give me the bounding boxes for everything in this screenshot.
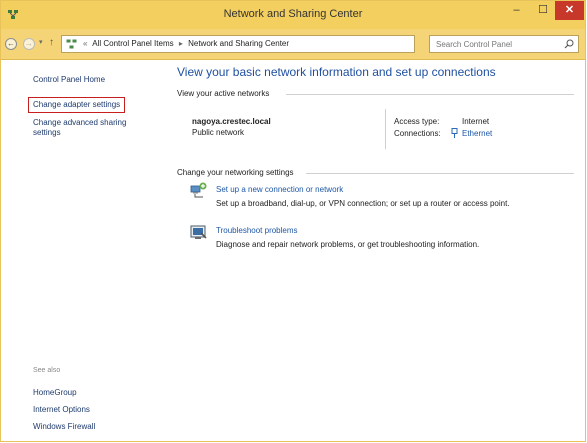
title-bar: Network and Sharing Center – ☐ ✕ [1, 1, 585, 29]
divider [385, 109, 386, 149]
setup-connection-description: Set up a broadband, dial-up, or VPN conn… [216, 199, 510, 208]
minimize-button[interactable]: – [504, 1, 529, 20]
address-bar: ← → ▾ ↑ « All Control Panel Items ▸ Netw… [1, 29, 585, 60]
homegroup-link[interactable]: HomeGroup [33, 388, 77, 398]
change-settings-heading: Change your networking settings [177, 168, 294, 177]
recent-locations-dropdown[interactable]: ▾ [39, 38, 43, 46]
breadcrumb-all-items[interactable]: All Control Panel Items [92, 39, 173, 48]
search-icon[interactable] [564, 39, 574, 49]
close-button[interactable]: ✕ [555, 1, 584, 20]
network-setup-icon [190, 182, 207, 198]
access-type-value: Internet [462, 117, 490, 126]
window-title: Network and Sharing Center [223, 8, 363, 20]
ethernet-icon [451, 128, 458, 138]
troubleshoot-link[interactable]: Troubleshoot problems [216, 226, 298, 235]
breadcrumb-separator[interactable]: ▸ [179, 39, 183, 48]
setup-connection-link[interactable]: Set up a new connection or network [216, 185, 343, 194]
internet-options-link[interactable]: Internet Options [33, 405, 90, 415]
network-type: Public network [192, 128, 245, 137]
search-input[interactable] [436, 38, 556, 50]
breadcrumb-current[interactable]: Network and Sharing Center [188, 39, 289, 48]
left-navigation-pane: Control Panel Home Change adapter settin… [1, 60, 161, 441]
network-name: nagoya.crestec.local [192, 117, 271, 126]
troubleshoot-description: Diagnose and repair network problems, or… [216, 240, 480, 249]
back-button[interactable]: ← [5, 38, 17, 50]
maximize-button[interactable]: ☐ [531, 1, 555, 20]
connections-label: Connections: [394, 129, 441, 138]
ethernet-link[interactable]: Ethernet [462, 129, 492, 138]
address-field[interactable]: « All Control Panel Items ▸ Network and … [61, 35, 474, 55]
divider [306, 173, 574, 174]
breadcrumb-overflow[interactable]: « [83, 39, 87, 48]
troubleshoot-icon [190, 225, 207, 239]
control-panel-home-link[interactable]: Control Panel Home [33, 75, 105, 85]
page-title: View your basic network information and … [177, 65, 496, 79]
active-networks-heading: View your active networks [177, 89, 270, 98]
up-button[interactable]: ↑ [49, 37, 54, 48]
breadcrumb: « All Control Panel Items ▸ Network and … [80, 39, 289, 48]
windows-firewall-link[interactable]: Windows Firewall [33, 422, 95, 432]
control-panel-icon [66, 39, 77, 49]
network-sharing-center-window: Network and Sharing Center – ☐ ✕ ← → ▾ ↑… [0, 0, 586, 442]
access-type-label: Access type: [394, 117, 440, 126]
change-advanced-sharing-link[interactable]: Change advanced sharing settings [33, 118, 143, 138]
search-box[interactable] [429, 35, 579, 53]
see-also-heading: See also [33, 367, 61, 374]
divider [286, 94, 574, 95]
forward-button[interactable]: → [23, 38, 35, 50]
change-adapter-settings-link[interactable]: Change adapter settings [28, 97, 126, 113]
